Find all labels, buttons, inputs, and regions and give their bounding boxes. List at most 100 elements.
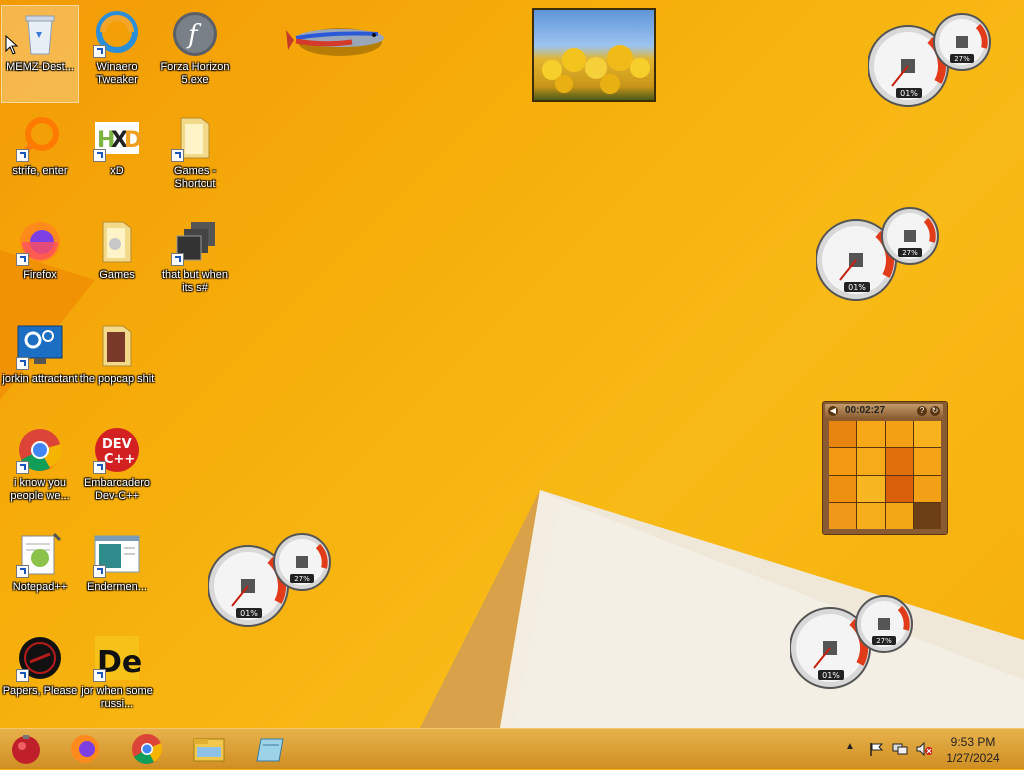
cpu-meter-gadget[interactable]: 01% 27% (816, 206, 942, 302)
puzzle-tile[interactable] (913, 475, 941, 502)
puzzle-tile[interactable] (857, 421, 885, 448)
desktop-icon-chrome[interactable]: i know you people we... (2, 422, 78, 518)
icon-label: jorkin attractant (2, 373, 78, 385)
show-hidden-icons-icon[interactable]: ▲ (845, 741, 855, 752)
shortcut-arrow-icon (93, 565, 106, 578)
puzzle-tile[interactable] (829, 502, 857, 529)
shortcut-arrow-icon (171, 253, 184, 266)
desktop-icon-forza[interactable]: f Forza Horizon 5.exe (157, 6, 233, 102)
clock-time: 9:53 PM (950, 735, 996, 749)
folder-icon (171, 114, 219, 162)
volume-muted-icon[interactable] (916, 742, 932, 756)
puzzle-tile[interactable] (913, 448, 941, 475)
shortcut-arrow-icon (93, 45, 106, 58)
cpu-usage-value: 01% (900, 89, 918, 98)
papers-icon (16, 634, 64, 682)
shortcut-arrow-icon (16, 253, 29, 266)
mouse-cursor-icon (5, 35, 19, 55)
desktop-icon-popcap[interactable]: the popcap shit (79, 318, 155, 414)
cpu-usage-value: 01% (822, 671, 840, 680)
shortcut-arrow-icon (93, 669, 106, 682)
icon-label: Embarcadero Dev-C++ (83, 477, 151, 502)
start-button[interactable] (4, 733, 48, 765)
desktop-icon-endermen[interactable]: Endermen... (79, 526, 155, 622)
shortcut-arrow-icon (16, 565, 29, 578)
system-clock[interactable]: 9:53 PM 1/27/2024 (938, 734, 1008, 766)
notebook-icon (256, 738, 284, 762)
recycle-bin-icon (16, 10, 64, 58)
help-icon[interactable]: ? (917, 406, 927, 416)
notepad-icon (16, 530, 64, 578)
desktop-icon-notepadpp[interactable]: Notepad++ (2, 526, 78, 622)
cpu-meter-gadget[interactable]: 01% 27% (208, 532, 334, 628)
shortcut-arrow-icon (16, 149, 29, 162)
firefox-icon (16, 218, 64, 266)
slideshow-gadget[interactable] (532, 8, 656, 102)
puzzle-tile[interactable] (857, 475, 885, 502)
chrome-icon (132, 734, 163, 764)
action-center-flag-icon[interactable] (868, 742, 884, 756)
shortcut-arrow-icon (16, 357, 29, 370)
desktop-icon-games-shortcut[interactable]: Games - Shortcut (157, 110, 233, 206)
puzzle-tile[interactable] (857, 502, 885, 529)
cpu-meter-gadget[interactable]: 01% 27% (790, 594, 916, 690)
desktop-icon-xd[interactable]: HXD xD (79, 110, 155, 206)
puzzle-tile[interactable] (885, 421, 913, 448)
taskbar-app-button[interactable] (249, 733, 293, 765)
puzzle-tile[interactable] (829, 475, 857, 502)
puzzle-empty-slot (913, 502, 941, 529)
folder-icon (93, 322, 141, 370)
desktop-icon-papers-please[interactable]: Papers, Please (2, 630, 78, 726)
taskbar-chrome-button[interactable] (125, 733, 169, 765)
winaero-icon (93, 10, 141, 58)
icon-label: MEMZ-Dest... (6, 61, 74, 73)
settings-monitor-icon (16, 322, 64, 370)
cpu-meter-gadget[interactable]: 01% 27% (868, 12, 994, 108)
desktop[interactable]: MEMZ-Dest... Winaero Tweaker f Forza Hor… (0, 0, 1024, 728)
desktop-icon-winaero[interactable]: Winaero Tweaker (79, 6, 155, 102)
puzzle-tile[interactable] (885, 502, 913, 529)
puzzle-tile[interactable] (885, 475, 913, 502)
puzzle-toolbar: ◀ 00:02:27 ? ↻ (825, 404, 943, 418)
start-orb-icon (12, 735, 40, 764)
desktop-icon-games[interactable]: Games (79, 214, 155, 310)
network-icon[interactable] (892, 742, 908, 756)
desktop-icon-that-but-when[interactable]: that but when its s# (157, 214, 233, 310)
shuffle-icon[interactable]: ↻ (930, 406, 940, 416)
tulip-photo (542, 45, 650, 94)
devcpp-icon: DEV C++ (93, 426, 141, 474)
memory-usage-value: 27% (902, 249, 918, 257)
puzzle-tile[interactable] (885, 448, 913, 475)
shortcut-arrow-icon (171, 149, 184, 162)
shortcut-arrow-icon (16, 461, 29, 474)
puzzle-tile[interactable] (913, 421, 941, 448)
desktop-icon-firefox[interactable]: Firefox (2, 214, 78, 310)
icon-label: Games - Shortcut (173, 165, 217, 190)
hxd-icon: HXD (93, 114, 142, 162)
icon-label: i know you people we... (10, 477, 70, 502)
desktop-icon-jor-when[interactable]: De jor when some russi... (79, 630, 155, 726)
shortcut-arrow-icon (93, 149, 106, 162)
desktop-icon-strife[interactable]: strife, enter (2, 110, 78, 206)
icon-label: strife, enter (12, 165, 68, 177)
desktop-icon-devcpp[interactable]: DEV C++ Embarcadero Dev-C++ (79, 422, 155, 518)
icon-label: Notepad++ (12, 581, 68, 593)
folder-icon (193, 738, 225, 762)
icon-label: Games (99, 269, 135, 281)
chrome-icon (16, 426, 64, 474)
puzzle-tile[interactable] (829, 448, 857, 475)
taskbar-file-explorer-button[interactable] (187, 733, 231, 765)
picture-puzzle-gadget[interactable]: ◀ 00:02:27 ? ↻ (822, 401, 948, 535)
shortcut-arrow-icon (16, 669, 29, 682)
desktop-icon-jorkin[interactable]: jorkin attractant (2, 318, 78, 414)
shortcut-arrow-icon (93, 461, 106, 474)
puzzle-tile[interactable] (829, 421, 857, 448)
aquarium-fish-icon (286, 28, 384, 56)
icon-label: Papers, Please (2, 685, 78, 697)
icon-label: Firefox (23, 269, 57, 281)
svg-text:D: D (124, 128, 141, 153)
taskbar-firefox-button[interactable] (63, 733, 107, 765)
memory-usage-value: 27% (294, 575, 310, 583)
pause-icon[interactable]: ◀ (828, 406, 838, 416)
puzzle-tile[interactable] (857, 448, 885, 475)
